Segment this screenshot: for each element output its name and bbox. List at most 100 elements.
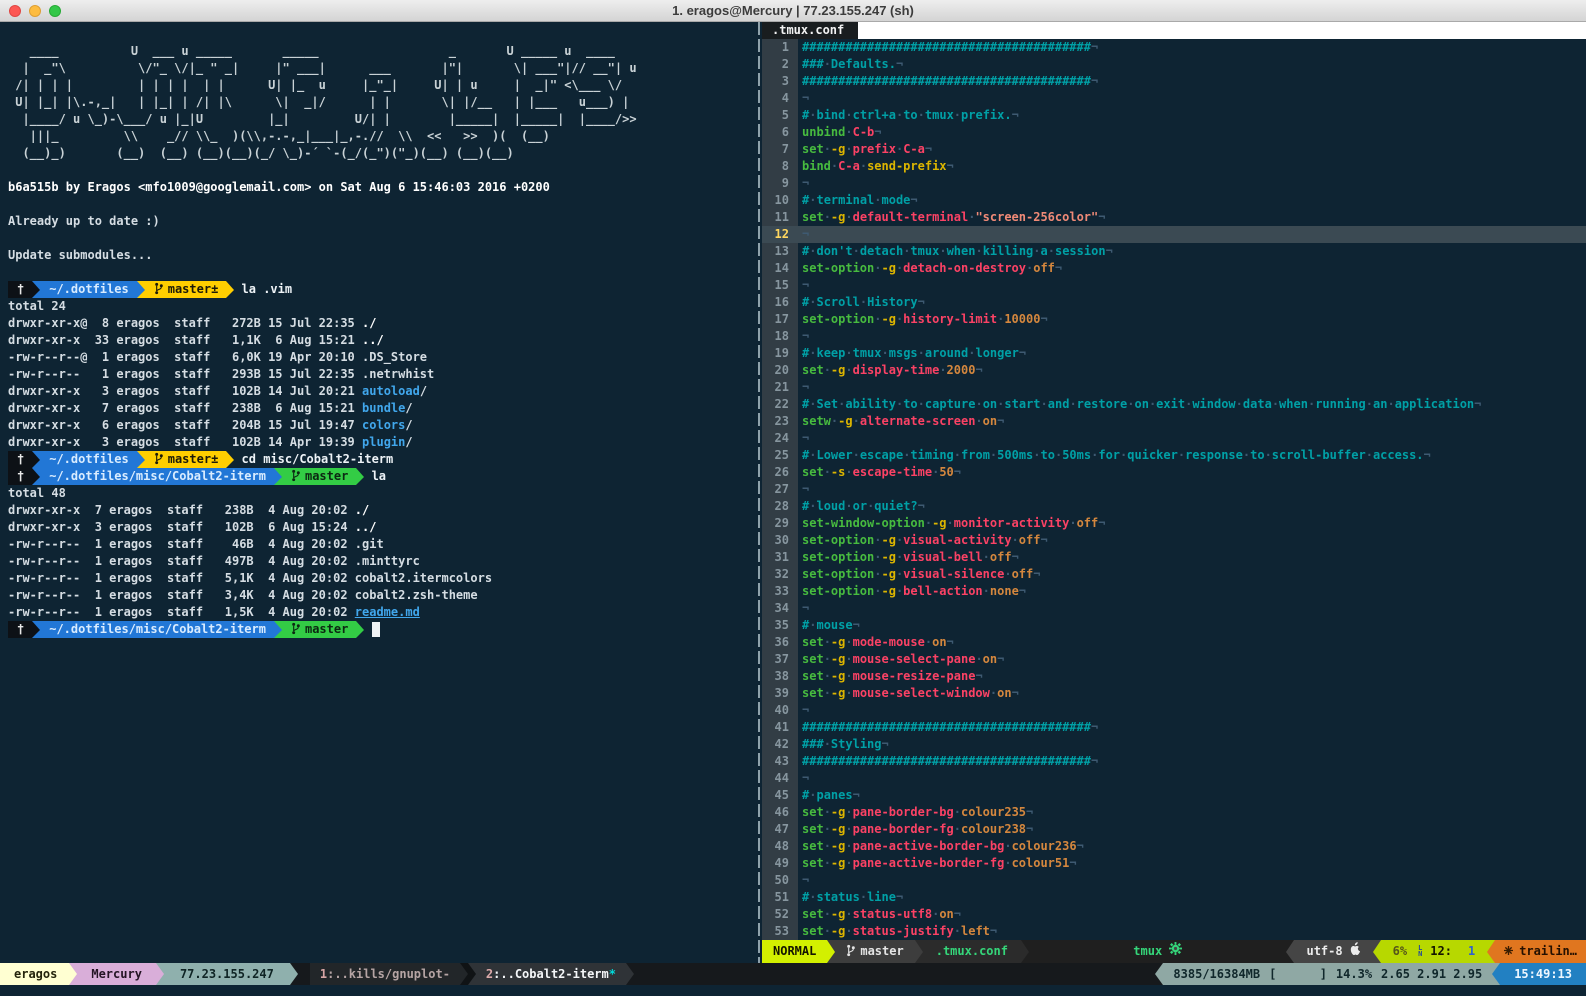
line-number-gutter: 30	[762, 532, 798, 549]
file-row: -rw-r--r-- 1 eragos staff 1,5K 4 Aug 20:…	[8, 604, 756, 621]
vim-line-4: 4¬	[762, 90, 1586, 107]
powerline-arrow	[1286, 940, 1294, 963]
load-average: 2.65 2.91 2.95	[1381, 963, 1482, 985]
blank-line	[8, 196, 756, 213]
powerline-arrow	[32, 281, 40, 298]
vim-line-11: 11set·-g·default-terminal·"screen-256col…	[762, 209, 1586, 226]
prompt-arrow-segment: †	[8, 281, 32, 298]
powerline-arrow	[1373, 940, 1381, 963]
powerline-arrow	[69, 963, 77, 985]
cpu-percent: 14.3%	[1336, 963, 1372, 985]
line-number-gutter: 7	[762, 141, 798, 158]
powerline-arrow	[137, 451, 145, 468]
vim-line-36: 36set·-g·mode-mouse·on¬	[762, 634, 1586, 651]
window-index: 1	[320, 967, 327, 981]
line-number-gutter: 4	[762, 90, 798, 107]
file-row: drwxr-xr-x 3 eragos staff 102B 14 Jul 20…	[8, 383, 756, 400]
powerline-arrow	[274, 621, 282, 638]
line-number-gutter: 40	[762, 702, 798, 719]
vim-line-49: 49set·-g·pane-active-border-fg·colour51¬	[762, 855, 1586, 872]
ascii-art-line: |____/ u \_)-\___/ u |_|U |_| U/| | |___…	[8, 111, 756, 128]
vim-line-15: 15¬	[762, 277, 1586, 294]
line-number-gutter: 50	[762, 872, 798, 889]
line-number-gutter: 44	[762, 770, 798, 787]
line-number-gutter: 15	[762, 277, 798, 294]
vim-tab[interactable]: .tmux.conf	[762, 22, 858, 39]
vim-line-21: 21¬	[762, 379, 1586, 396]
ascii-art-line: ____ U ___ u _____ _____ _ U _____ u ___…	[8, 43, 756, 60]
vim-line-13: 13#·don't·detach·tmux·when·killing·a·ses…	[762, 243, 1586, 260]
vim-line-48: 48set·-g·pane-active-border-bg·colour236…	[762, 838, 1586, 855]
line-number-gutter: 11	[762, 209, 798, 226]
vim-line-35: 35#·mouse¬	[762, 617, 1586, 634]
file-row: drwxr-xr-x 7 eragos staff 238B 4 Aug 20:…	[8, 502, 756, 519]
line-number-gutter: 34	[762, 600, 798, 617]
line-number-gutter: 48	[762, 838, 798, 855]
window-flag: -	[443, 967, 450, 981]
line-number-gutter: 31	[762, 549, 798, 566]
titlebar: 1. eragos@Mercury | 77.23.155.247 (sh)	[0, 0, 1586, 22]
git-commit-line: b6a515b by Eragos <mfo1009@googlemail.co…	[8, 179, 756, 196]
line-number-gutter: 19	[762, 345, 798, 362]
vim-line-28: 28#·loud·or·quiet?¬	[762, 498, 1586, 515]
vim-line-2: 2###·Defaults.¬	[762, 56, 1586, 73]
vim-line-52: 52set·-g·status-utf8·on¬	[762, 906, 1586, 923]
shell-prompt: †~/.dotfiles/misc/Cobalt2-itermmaster la	[8, 468, 756, 485]
blank-line	[8, 162, 756, 179]
vim-line-47: 47set·-g·pane-border-fg·colour238¬	[762, 821, 1586, 838]
prompt-git-segment: master±	[145, 451, 227, 468]
blank-line	[8, 230, 756, 247]
tmux-clock: 15:49:13	[1500, 963, 1586, 985]
line-number-gutter: 41	[762, 719, 798, 736]
line-number-gutter: 46	[762, 804, 798, 821]
whitespace-warning-icon	[1504, 940, 1513, 963]
line-number-gutter: 12	[762, 226, 798, 243]
shell-prompt: †~/.dotfilesmaster± la .vim	[8, 281, 756, 298]
vim-line-33: 33set-option·-g·bell-action·none¬	[762, 583, 1586, 600]
tmux-ip-segment: 77.23.155.247	[164, 963, 290, 985]
line-number-gutter: 47	[762, 821, 798, 838]
line-number-gutter: 9	[762, 175, 798, 192]
prompt-path-segment: ~/.dotfiles/misc/Cobalt2-iterm	[40, 621, 274, 638]
vim-line-40: 40¬	[762, 702, 1586, 719]
powerline-arrow	[137, 281, 145, 298]
line-number-gutter: 27	[762, 481, 798, 498]
file-row: -rw-r--r-- 1 eragos staff 5,1K 4 Aug 20:…	[8, 570, 756, 587]
vim-line-51: 51#·status·line¬	[762, 889, 1586, 906]
vim-line-42: 42###·Styling¬	[762, 736, 1586, 753]
vim-line-17: 17set-option·-g·history-limit·10000¬	[762, 311, 1586, 328]
vim-line-23: 23setw·-g·alternate-screen·on¬	[762, 413, 1586, 430]
vim-line-27: 27¬	[762, 481, 1586, 498]
line-number-gutter: 26	[762, 464, 798, 481]
prompt-path-segment: ~/.dotfiles	[40, 281, 136, 298]
line-number-gutter: 18	[762, 328, 798, 345]
powerline-arrow	[274, 468, 282, 485]
prompt-arrow-segment: †	[8, 468, 32, 485]
vim-line-16: 16#·Scroll·History¬	[762, 294, 1586, 311]
branch-icon	[846, 944, 860, 958]
vim-line-6: 6unbind·C-b¬	[762, 124, 1586, 141]
vim-statusline: NORMAL master .tmux.conf tmux utf-8 6% L…	[762, 940, 1586, 963]
ascii-art-line: |||_ \\ _// \\_ )(\\,-.-,_|___|_,-.// \\…	[8, 128, 756, 145]
vim-line-46: 46set·-g·pane-border-bg·colour235¬	[762, 804, 1586, 821]
shell-pane[interactable]: ____ U ___ u _____ _____ _ U _____ u ___…	[0, 22, 756, 963]
apple-icon	[1350, 940, 1361, 963]
ascii-art-line: /| | | | | | | | | | U| |_ u |_"_| U| | …	[8, 77, 756, 94]
line-number-gutter: 29	[762, 515, 798, 532]
vim-buffer[interactable]: 1#######################################…	[762, 39, 1586, 940]
command-text: cd misc/Cobalt2-iterm	[234, 452, 393, 466]
powerline-arrow	[468, 963, 476, 985]
vim-line-3: 3#######################################…	[762, 73, 1586, 90]
file-row: drwxr-xr-x 7 eragos staff 238B 6 Aug 15:…	[8, 400, 756, 417]
file-row: -rw-r--r-- 1 eragos staff 293B 15 Jul 22…	[8, 366, 756, 383]
prompt-arrow-segment: †	[8, 451, 32, 468]
tmux-window-2-current[interactable]: 2:..Cobalt2-iterm*	[476, 963, 626, 985]
statusline-git-branch[interactable]: master	[835, 940, 914, 963]
line-number-icon: LN	[1418, 946, 1422, 957]
powerline-arrow	[32, 451, 40, 468]
vim-pane[interactable]: .tmux.conf 1############################…	[762, 22, 1586, 963]
powerline-arrow	[32, 621, 40, 638]
gear-icon	[1169, 940, 1182, 963]
line-number-gutter: 25	[762, 447, 798, 464]
tmux-window-1[interactable]: 1:..kills/gnuplot-	[310, 963, 460, 985]
